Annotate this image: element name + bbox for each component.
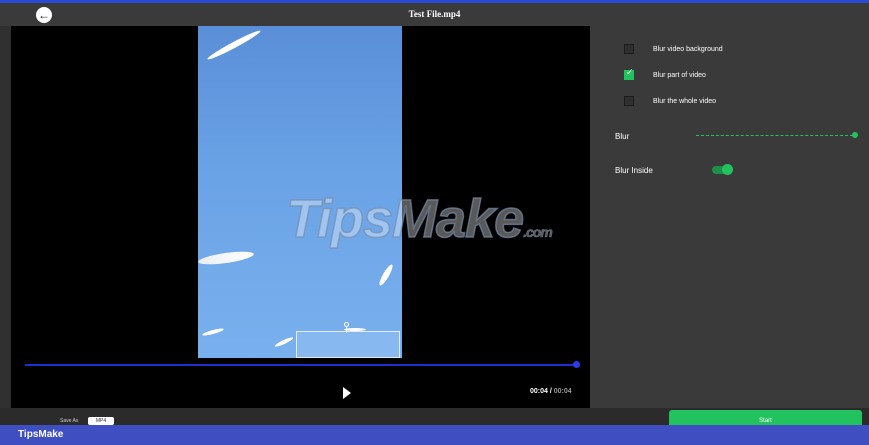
bird-shape — [206, 28, 262, 62]
blur-inside-label: Blur Inside — [615, 166, 653, 175]
play-icon[interactable] — [343, 387, 351, 399]
option-blur-whole[interactable]: Blur the whole video — [624, 96, 716, 106]
current-time: 00:04 — [530, 388, 548, 395]
time-display: 00:04 / 00:04 — [530, 388, 572, 395]
bird-shape — [201, 327, 225, 337]
option-blur-background[interactable]: Blur video background — [624, 44, 723, 54]
bottom-bar: Save As MP4 Start — [0, 408, 869, 425]
blur-inside-toggle[interactable] — [712, 164, 733, 175]
blur-background-checkbox[interactable] — [624, 44, 634, 54]
bird-shape — [274, 335, 294, 349]
format-select[interactable]: MP4 — [88, 417, 114, 425]
video-blur-app: ← Test File.mp4 00:04 / 00:04 TipsMake.c… — [0, 0, 869, 445]
total-time: 00:04 — [553, 388, 572, 395]
blur-selection-box[interactable] — [296, 322, 400, 358]
timeline-bar[interactable] — [25, 361, 580, 368]
timeline-scrubber[interactable] — [573, 361, 580, 368]
blur-whole-checkbox[interactable] — [624, 96, 634, 106]
watermark-text: TipsMake — [285, 188, 525, 250]
save-as-label: Save As — [60, 418, 79, 424]
top-bar: ← Test File.mp4 — [0, 0, 869, 26]
window-title: Test File.mp4 — [408, 9, 461, 19]
blur-part-checkbox[interactable] — [624, 68, 634, 80]
toggle-knob — [722, 164, 733, 175]
start-button[interactable]: Start — [669, 410, 862, 425]
blur-part-label: Blur part of video — [653, 71, 706, 79]
brand-logo: TipsMake — [18, 429, 64, 440]
blur-slider-knob[interactable] — [852, 132, 858, 138]
bird-shape — [198, 249, 255, 267]
option-blur-part[interactable]: Blur part of video — [624, 68, 706, 80]
watermark-suffix: .com — [523, 224, 553, 241]
blur-slider[interactable] — [696, 132, 858, 138]
watermark-logo: TipsMake.com — [285, 188, 553, 250]
bird-shape — [377, 263, 395, 287]
rotate-handle-icon[interactable] — [344, 322, 349, 333]
footer-bar: TipsMake — [0, 425, 869, 445]
blur-background-label: Blur video background — [653, 45, 723, 53]
settings-panel: Blur video background Blur part of video… — [590, 26, 869, 408]
blur-whole-label: Blur the whole video — [653, 97, 717, 105]
blur-label: Blur — [615, 132, 630, 141]
